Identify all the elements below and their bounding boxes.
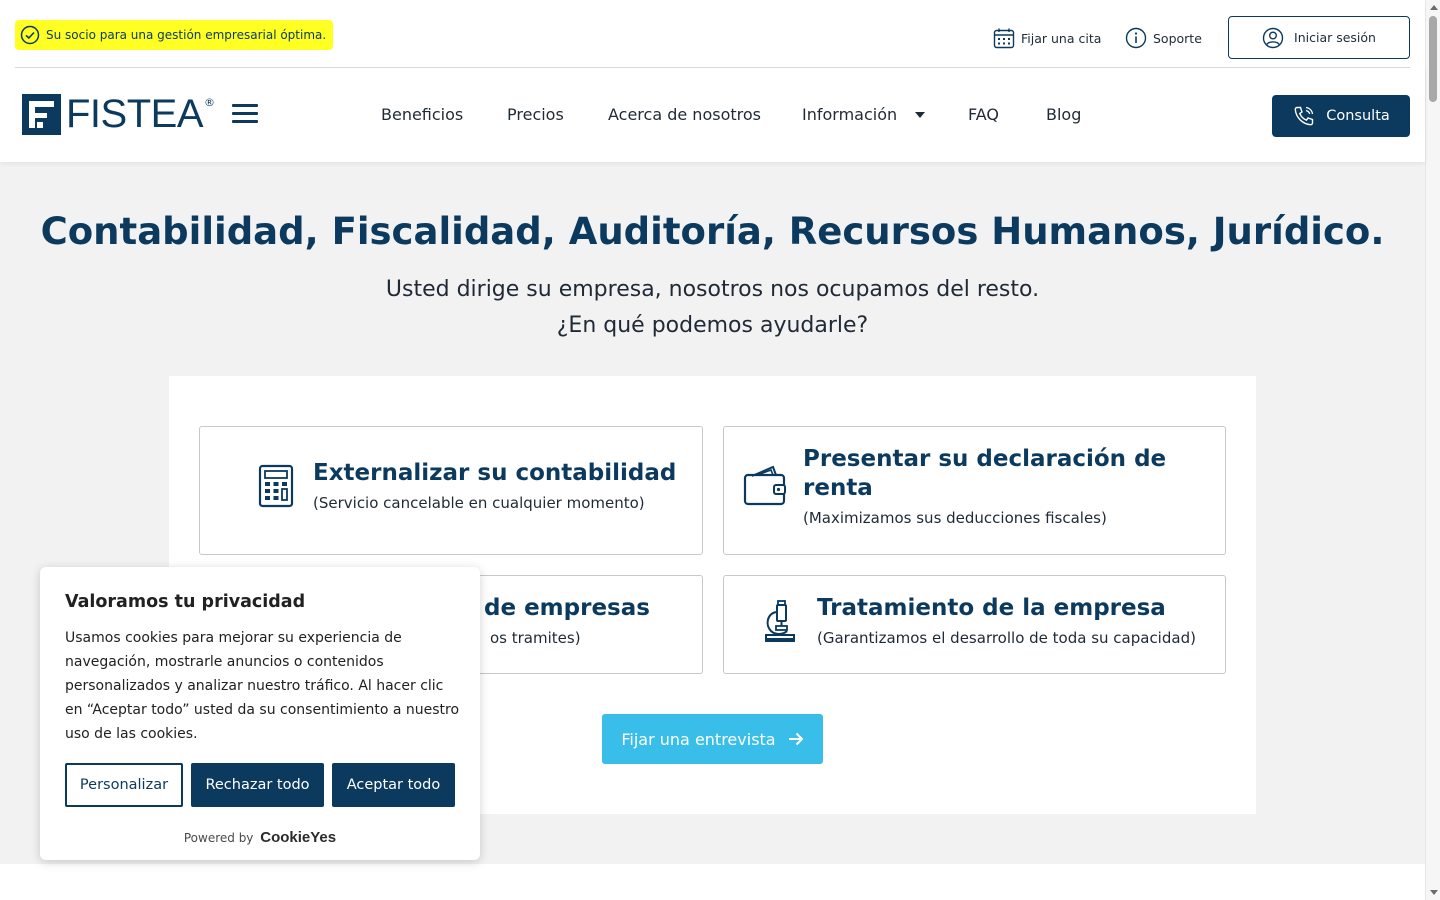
consult-button[interactable]: Consulta	[1272, 95, 1410, 137]
scroll-thumb[interactable]	[1429, 16, 1437, 102]
nav-label: Beneficios	[381, 105, 464, 124]
page-scrollbar[interactable]	[1425, 0, 1440, 900]
nav-item-beneficios[interactable]: Beneficios	[381, 105, 463, 124]
powered-by: Powered by CookieYes	[40, 829, 480, 846]
hero-title: Contabilidad, Fiscalidad, Auditoría, Rec…	[40, 210, 1385, 253]
card-content: Presentar su declaración de renta (Maxim…	[803, 445, 1203, 527]
tagline-badge: Su socio para una gestión empresarial óp…	[15, 20, 334, 50]
service-card-company-treatment[interactable]: Tratamiento de la empresa (Garantizamos …	[723, 575, 1226, 674]
card-content: Externalizar su contabilidad (Servicio c…	[313, 459, 693, 512]
arrow-right-icon	[788, 732, 804, 746]
cookie-consent-banner: Valoramos tu privacidad Usamos cookies p…	[40, 567, 480, 860]
schedule-interview-button[interactable]: Fijar una entrevista	[602, 714, 823, 764]
card-title: Presentar su declaración de renta	[803, 446, 1167, 501]
nav-item-informacion[interactable]: Información	[802, 105, 926, 124]
logo-registered-mark: ®	[204, 96, 216, 109]
login-label: Iniciar sesión	[1294, 30, 1376, 45]
top-bar: Su socio para una gestión empresarial óp…	[0, 0, 1425, 68]
powered-by-label: Powered by	[183, 831, 254, 845]
card-description: (Servicio cancelable en cualquier moment…	[313, 494, 645, 512]
next-section	[0, 864, 1425, 900]
cookie-accept-button[interactable]: Aceptar todo	[332, 763, 455, 807]
info-icon	[1125, 27, 1147, 49]
hamburger-menu-icon[interactable]	[232, 104, 258, 124]
scroll-up-icon[interactable]	[1430, 5, 1438, 10]
wallet-icon	[743, 465, 786, 506]
nav-label: Blog	[1046, 105, 1082, 124]
login-button[interactable]: Iniciar sesión	[1228, 16, 1410, 59]
cookie-customize-button[interactable]: Personalizar	[65, 763, 183, 807]
support-link[interactable]: Soporte	[1125, 25, 1202, 51]
check-circle-icon	[20, 25, 40, 45]
logo-text: FISTEA	[66, 92, 204, 136]
cta-label: Fijar una entrevista	[621, 729, 776, 749]
nav-label: Información	[802, 105, 898, 124]
scroll-down-icon[interactable]	[1430, 890, 1438, 895]
nav-item-blog[interactable]: Blog	[1046, 105, 1081, 124]
hero-subtitle: Usted dirige su empresa, nosotros nos oc…	[0, 272, 1425, 344]
hero-subtitle-line-2: ¿En qué podemos ayudarle?	[556, 313, 869, 338]
calendar-icon	[993, 28, 1015, 49]
card-title: Externalizar su contabilidad	[313, 460, 677, 486]
tagline-text: Su socio para una gestión empresarial óp…	[46, 28, 327, 42]
card-title: Tratamiento de la empresa	[817, 595, 1166, 621]
calculator-icon	[258, 464, 294, 508]
nav-item-precios[interactable]: Precios	[507, 105, 564, 124]
card-content: Tratamiento de la empresa (Garantizamos …	[817, 594, 1217, 647]
nav-label: FAQ	[968, 105, 999, 124]
card-content: de empresas os tramites)	[484, 594, 704, 647]
card-description: (Maximizamos sus deducciones fiscales)	[803, 509, 1107, 527]
phone-icon	[1294, 106, 1314, 126]
brand-logo[interactable]: FISTEA ®	[22, 94, 215, 135]
nav-label: Precios	[507, 105, 564, 124]
nav-item-acerca[interactable]: Acerca de nosotros	[608, 105, 761, 124]
cookieyes-logo[interactable]: CookieYes	[260, 829, 336, 846]
cookie-title: Valoramos tu privacidad	[65, 592, 306, 612]
logo-mark-icon	[22, 94, 61, 135]
hero-subtitle-line-1: Usted dirige su empresa, nosotros nos oc…	[385, 277, 1040, 302]
card-description: (Garantizamos el desarrollo de toda su c…	[817, 629, 1196, 647]
nav-label: Acerca de nosotros	[608, 105, 761, 124]
card-title: de empresas	[484, 595, 650, 621]
cookie-reject-button[interactable]: Rechazar todo	[191, 763, 324, 807]
microscope-icon	[765, 600, 795, 642]
consult-label: Consulta	[1326, 108, 1390, 124]
card-description: os tramites)	[490, 629, 581, 647]
main-navbar: FISTEA ® Beneficios Precios Acerca de no…	[0, 68, 1425, 162]
support-label: Soporte	[1153, 30, 1202, 46]
service-card-tax-return[interactable]: Presentar su declaración de renta (Maxim…	[723, 426, 1226, 555]
cookie-text: Usamos cookies para mejorar su experienc…	[65, 630, 460, 742]
nav-item-faq[interactable]: FAQ	[968, 105, 999, 124]
appointment-link[interactable]: Fijar una cita	[993, 25, 1101, 51]
caret-down-icon	[915, 111, 926, 118]
appointment-label: Fijar una cita	[1021, 30, 1102, 46]
service-card-accounting[interactable]: Externalizar su contabilidad (Servicio c…	[199, 426, 703, 555]
user-icon	[1262, 27, 1284, 48]
